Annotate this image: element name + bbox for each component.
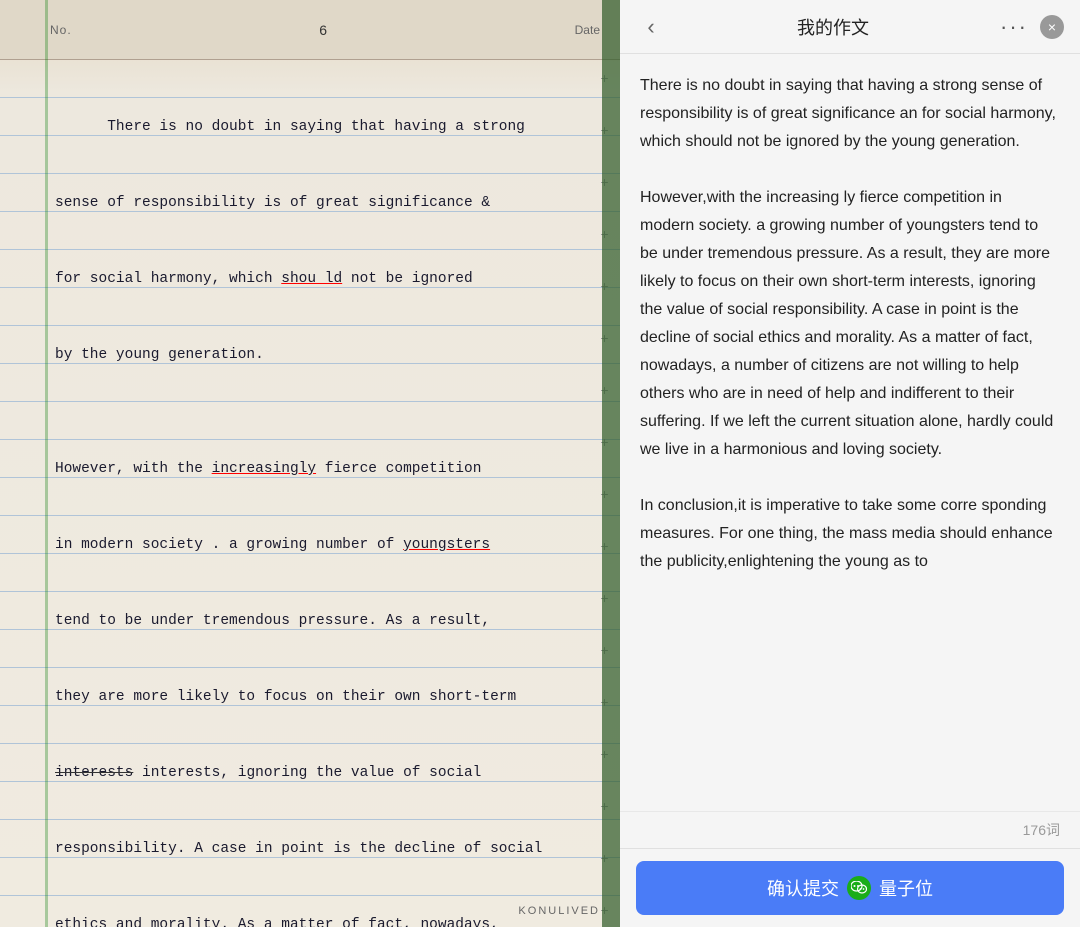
wechat-logo (847, 876, 871, 900)
back-button[interactable]: ‹ (636, 14, 666, 40)
submit-label: 确认提交 (767, 875, 839, 901)
transcription-content: There is no doubt in saying that having … (620, 54, 1080, 811)
notebook-background: No. 6 Date + + + + + + + + + + + + + + +… (0, 0, 620, 927)
strikethrough-text: interests (55, 765, 133, 781)
underline-should: shou ld (281, 271, 342, 287)
notebook-panel: No. 6 Date + + + + + + + + + + + + + + +… (0, 0, 620, 927)
paragraph-1: There is no doubt in saying that having … (55, 119, 560, 927)
transcribed-text: There is no doubt in saying that having … (640, 72, 1060, 576)
wechat-panel: ‹ 我的作文 ··· × There is no doubt in saying… (620, 0, 1080, 927)
underline-youngsters: youngsters (403, 537, 490, 553)
panel-footer: 确认提交 量子位 (620, 848, 1080, 927)
handwritten-content: There is no doubt in saying that having … (55, 70, 590, 927)
date-label: Date (575, 23, 600, 37)
word-count: 176词 (620, 811, 1080, 848)
no-label: No. (50, 23, 72, 37)
green-spine (602, 0, 620, 927)
close-icon: × (1048, 19, 1056, 35)
wechat-label: 量子位 (879, 875, 933, 901)
page-number: 6 (319, 22, 327, 38)
submit-button[interactable]: 确认提交 量子位 (636, 861, 1064, 915)
underline-increasingly: increasingly (212, 461, 316, 477)
margin-line (45, 0, 48, 927)
watermark: KONULIVED (518, 905, 600, 917)
close-button[interactable]: × (1040, 15, 1064, 39)
header-actions: ··· × (1000, 14, 1064, 40)
panel-header: ‹ 我的作文 ··· × (620, 0, 1080, 54)
notebook-header: No. 6 Date (0, 0, 620, 60)
more-options-button[interactable]: ··· (1000, 14, 1028, 40)
panel-title: 我的作文 (797, 14, 869, 40)
